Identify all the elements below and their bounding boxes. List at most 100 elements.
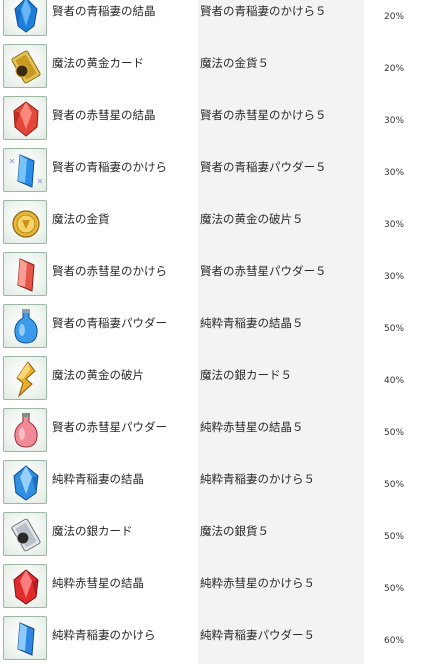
icon-cell bbox=[0, 248, 50, 300]
rate-cell: 20% bbox=[364, 0, 444, 40]
table-row: 魔法の銀カード 魔法の銀貨５ 50% bbox=[0, 508, 444, 560]
item-cell: 賢者の青稲妻の結晶 bbox=[50, 0, 198, 40]
blue-shard-icon bbox=[3, 148, 47, 192]
pure-red-crystal-icon bbox=[3, 564, 47, 608]
result-cell: 賢者の青稲妻パウダー５ bbox=[198, 144, 364, 196]
gold-fragment-icon bbox=[3, 356, 47, 400]
item-cell: 魔法の黄金の破片 bbox=[50, 352, 198, 404]
table-row: 賢者の青稲妻のかけら 賢者の青稲妻パウダー５ 30% bbox=[0, 144, 444, 196]
rate-value: 50% bbox=[384, 324, 405, 334]
rate-value: 50% bbox=[384, 532, 405, 542]
item-cell: 賢者の赤彗星パウダー bbox=[50, 404, 198, 456]
result-cell: 純粋青稲妻パウダー５ bbox=[198, 612, 364, 664]
item-name: 賢者の赤彗星パウダー bbox=[52, 420, 167, 434]
table-row: 賢者の青稲妻パウダー 純粋青稲妻の結晶５ 50% bbox=[0, 300, 444, 352]
item-name: 魔法の銀カード bbox=[52, 524, 133, 538]
icon-cell bbox=[0, 560, 50, 612]
result-cell: 純粋赤彗星の結晶５ bbox=[198, 404, 364, 456]
rate-value: 50% bbox=[384, 480, 405, 490]
pure-blue-shard-icon bbox=[3, 616, 47, 660]
rate-value: 30% bbox=[384, 220, 405, 230]
icon-cell bbox=[0, 144, 50, 196]
item-name: 賢者の赤彗星のかけら bbox=[52, 264, 167, 278]
item-name: 賢者の青稲妻のかけら bbox=[52, 160, 167, 174]
rate-value: 20% bbox=[384, 64, 405, 74]
result-name: 魔法の金貨５ bbox=[200, 56, 269, 70]
result-name: 純粋青稲妻の結晶５ bbox=[200, 316, 304, 330]
icon-cell bbox=[0, 300, 50, 352]
table-row: 賢者の赤彗星の結晶 賢者の赤彗星のかけら５ 30% bbox=[0, 92, 444, 144]
rate-value: 50% bbox=[384, 428, 405, 438]
icon-cell bbox=[0, 92, 50, 144]
rate-cell: 50% bbox=[364, 560, 444, 612]
table-row: 魔法の金貨 魔法の黄金の破片５ 30% bbox=[0, 196, 444, 248]
gold-card-icon bbox=[3, 44, 47, 88]
table-row: 魔法の黄金の破片 魔法の銀カード５ 40% bbox=[0, 352, 444, 404]
item-cell: 純粋青稲妻の結晶 bbox=[50, 456, 198, 508]
result-name: 賢者の青稲妻のかけら５ bbox=[200, 4, 327, 18]
result-cell: 賢者の赤彗星パウダー５ bbox=[198, 248, 364, 300]
result-cell: 純粋青稲妻の結晶５ bbox=[198, 300, 364, 352]
result-name: 魔法の銀貨５ bbox=[200, 524, 269, 538]
rate-cell: 60% bbox=[364, 612, 444, 664]
table-row: 賢者の赤彗星パウダー 純粋赤彗星の結晶５ 50% bbox=[0, 404, 444, 456]
item-cell: 魔法の金貨 bbox=[50, 196, 198, 248]
rate-value: 20% bbox=[384, 12, 405, 22]
item-cell: 賢者の赤彗星のかけら bbox=[50, 248, 198, 300]
rate-value: 50% bbox=[384, 584, 405, 594]
result-name: 賢者の赤彗星のかけら５ bbox=[200, 108, 327, 122]
item-name: 賢者の青稲妻の結晶 bbox=[52, 4, 156, 18]
icon-cell bbox=[0, 352, 50, 404]
rate-cell: 20% bbox=[364, 40, 444, 92]
item-cell: 純粋赤彗星の結晶 bbox=[50, 560, 198, 612]
item-name: 純粋赤彗星の結晶 bbox=[52, 576, 144, 590]
rate-cell: 30% bbox=[364, 196, 444, 248]
result-cell: 純粋青稲妻のかけら５ bbox=[198, 456, 364, 508]
item-cell: 魔法の銀カード bbox=[50, 508, 198, 560]
item-name: 魔法の金貨 bbox=[52, 212, 110, 226]
rate-value: 60% bbox=[384, 636, 405, 646]
result-cell: 賢者の青稲妻のかけら５ bbox=[198, 0, 364, 40]
rate-cell: 50% bbox=[364, 508, 444, 560]
result-cell: 魔法の黄金の破片５ bbox=[198, 196, 364, 248]
item-cell: 賢者の青稲妻のかけら bbox=[50, 144, 198, 196]
result-cell: 魔法の銀カード５ bbox=[198, 352, 364, 404]
icon-cell bbox=[0, 40, 50, 92]
item-name: 魔法の黄金カード bbox=[52, 56, 144, 70]
pure-blue-crystal-icon bbox=[3, 460, 47, 504]
result-cell: 魔法の金貨５ bbox=[198, 40, 364, 92]
icon-cell bbox=[0, 0, 50, 40]
item-name: 純粋青稲妻の結晶 bbox=[52, 472, 144, 486]
rate-cell: 50% bbox=[364, 456, 444, 508]
rate-cell: 30% bbox=[364, 248, 444, 300]
rate-value: 30% bbox=[384, 272, 405, 282]
result-name: 純粋青稲妻パウダー５ bbox=[200, 628, 315, 642]
rate-cell: 50% bbox=[364, 404, 444, 456]
item-cell: 賢者の赤彗星の結晶 bbox=[50, 92, 198, 144]
rate-cell: 50% bbox=[364, 300, 444, 352]
item-name: 賢者の赤彗星の結晶 bbox=[52, 108, 156, 122]
table-row: 賢者の赤彗星のかけら 賢者の赤彗星パウダー５ 30% bbox=[0, 248, 444, 300]
result-name: 魔法の黄金の破片５ bbox=[200, 212, 304, 226]
icon-cell bbox=[0, 612, 50, 664]
table-row: 純粋赤彗星の結晶 純粋赤彗星のかけら５ 50% bbox=[0, 560, 444, 612]
item-cell: 賢者の青稲妻パウダー bbox=[50, 300, 198, 352]
result-name: 純粋赤彗星の結晶５ bbox=[200, 420, 304, 434]
rate-cell: 30% bbox=[364, 144, 444, 196]
result-cell: 魔法の銀貨５ bbox=[198, 508, 364, 560]
result-name: 魔法の銀カード５ bbox=[200, 368, 292, 382]
icon-cell bbox=[0, 404, 50, 456]
item-cell: 魔法の黄金カード bbox=[50, 40, 198, 92]
result-name: 純粋赤彗星のかけら５ bbox=[200, 576, 315, 590]
rate-cell: 30% bbox=[364, 92, 444, 144]
table-row: 純粋青稲妻のかけら 純粋青稲妻パウダー５ 60% bbox=[0, 612, 444, 664]
table-row: 純粋青稲妻の結晶 純粋青稲妻のかけら５ 50% bbox=[0, 456, 444, 508]
table-row: 賢者の青稲妻の結晶 賢者の青稲妻のかけら５ 20% bbox=[0, 0, 444, 40]
icon-cell bbox=[0, 508, 50, 560]
rate-value: 30% bbox=[384, 168, 405, 178]
result-cell: 賢者の赤彗星のかけら５ bbox=[198, 92, 364, 144]
red-crystal-icon bbox=[3, 96, 47, 140]
rate-cell: 40% bbox=[364, 352, 444, 404]
gold-coin-icon bbox=[3, 200, 47, 244]
item-name: 魔法の黄金の破片 bbox=[52, 368, 144, 382]
